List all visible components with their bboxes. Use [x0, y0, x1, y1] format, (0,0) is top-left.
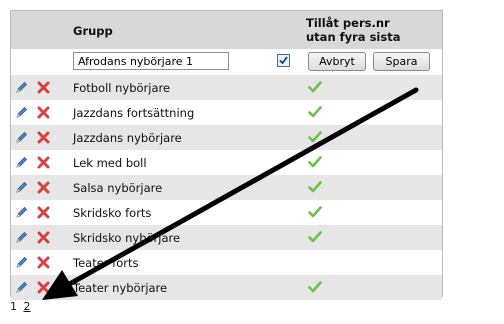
group-name: Teater nybörjare: [73, 281, 168, 295]
page-link-2[interactable]: 2: [24, 300, 31, 313]
column-header-group: Grupp: [73, 24, 113, 38]
table-header: Grupp Tillåt pers.nr utan fyra sista: [11, 11, 442, 49]
group-name: Fotboll nybörjare: [73, 81, 171, 95]
table-row: Skridsko nybörjare: [11, 225, 442, 250]
checkmark-icon: [308, 181, 322, 193]
checkmark-icon: [308, 131, 322, 143]
group-table: Grupp Tillåt pers.nr utan fyra sista Avb…: [10, 10, 443, 300]
allow-checkbox[interactable]: [277, 54, 290, 67]
group-name: Lek med boll: [73, 156, 147, 170]
delete-x-icon[interactable]: [37, 181, 50, 194]
pencil-icon[interactable]: [15, 256, 28, 269]
checkmark-icon: [308, 106, 322, 118]
pencil-icon[interactable]: [15, 206, 28, 219]
table-row: Lek med boll: [11, 150, 442, 175]
checkmark-icon: [308, 281, 322, 293]
delete-x-icon[interactable]: [37, 81, 50, 94]
table-row: Salsa nybörjare: [11, 175, 442, 200]
column-header-allow-line2: utan fyra sista: [306, 30, 401, 44]
table-row: Skridsko forts: [11, 200, 442, 225]
delete-x-icon[interactable]: [37, 206, 50, 219]
table-row: Teater nybörjare: [11, 275, 442, 300]
pencil-icon[interactable]: [15, 231, 28, 244]
group-name: Skridsko nybörjare: [73, 231, 181, 245]
cancel-button[interactable]: Avbryt: [308, 52, 366, 71]
checkbox-check-icon: [279, 56, 288, 65]
group-name: Salsa nybörjare: [73, 181, 163, 195]
group-name-input[interactable]: [73, 52, 229, 70]
save-button[interactable]: Spara: [373, 52, 430, 71]
delete-x-icon[interactable]: [37, 156, 50, 169]
table-row: Teater forts: [11, 250, 442, 275]
delete-x-icon[interactable]: [37, 131, 50, 144]
table-row: Jazzdans nybörjare: [11, 125, 442, 150]
pencil-icon[interactable]: [15, 156, 28, 169]
delete-x-icon[interactable]: [37, 106, 50, 119]
checkmark-icon: [308, 231, 322, 243]
group-name: Teater forts: [73, 256, 139, 270]
page-current: 1: [10, 300, 17, 313]
delete-x-icon[interactable]: [37, 281, 50, 294]
delete-x-icon[interactable]: [37, 231, 50, 244]
checkmark-icon: [308, 206, 322, 218]
pencil-icon[interactable]: [15, 131, 28, 144]
pencil-icon[interactable]: [15, 181, 28, 194]
column-header-allow: Tillåt pers.nr utan fyra sista: [306, 16, 400, 44]
edit-row: Avbryt Spara: [11, 49, 442, 75]
delete-x-icon[interactable]: [37, 256, 50, 269]
pencil-icon[interactable]: [15, 106, 28, 119]
column-header-allow-line1: Tillåt pers.nr: [306, 16, 390, 30]
pencil-icon[interactable]: [15, 81, 28, 94]
pencil-icon[interactable]: [15, 281, 28, 294]
pagination: 1 2: [10, 300, 31, 313]
group-name: Skridsko forts: [73, 206, 152, 220]
table-row: Fotboll nybörjare: [11, 75, 442, 100]
group-name: Jazzdans fortsättning: [73, 106, 195, 120]
checkmark-icon: [308, 81, 322, 93]
table-row: Jazzdans fortsättning: [11, 100, 442, 125]
group-name: Jazzdans nybörjare: [73, 131, 182, 145]
checkmark-icon: [308, 156, 322, 168]
